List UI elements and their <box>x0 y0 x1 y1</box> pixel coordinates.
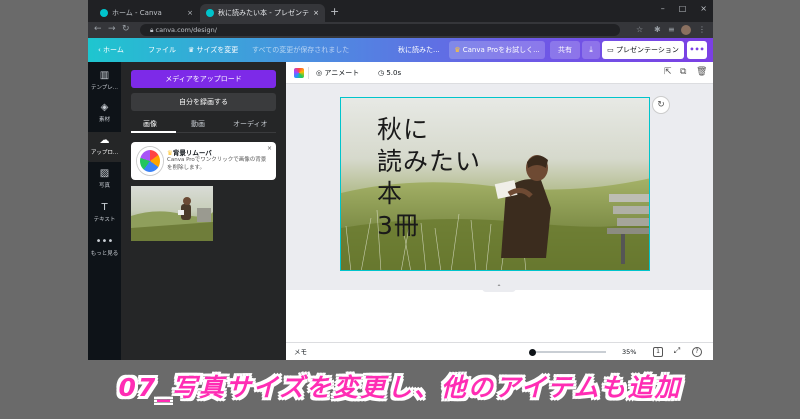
try-pro-button[interactable]: ♛ Canva Proをお試しく... <box>449 41 545 59</box>
rail-item-uploads[interactable]: ☁ アップロ... <box>88 132 121 162</box>
bookmark-star-icon[interactable]: ☆ <box>636 25 643 34</box>
url-text: canva.com/design/ <box>155 26 217 34</box>
profile-avatar[interactable] <box>681 25 691 35</box>
browser-menu-icon[interactable]: ⋮ <box>698 25 706 34</box>
design-title[interactable]: 秋に読みた... <box>398 38 440 62</box>
trash-icon[interactable]: 🗑︎ <box>696 67 707 77</box>
window-controls: – □ × <box>661 4 707 13</box>
photo-icon: ▨ <box>99 168 110 179</box>
tab-videos[interactable]: 動画 <box>191 119 205 129</box>
tab-audio[interactable]: オーディオ <box>233 119 268 129</box>
present-icon: ▭ <box>607 46 616 54</box>
tab-home[interactable]: ホーム - Canva × <box>94 4 199 22</box>
promo-description: Canva Proでワンクリックで画像の背景を削除します。 <box>167 157 267 171</box>
editor-toolbar: ◎ アニメート ◷ 5.0s ⇱ ⧉ 🗑︎ <box>286 62 713 84</box>
animate-button[interactable]: ◎ アニメート <box>316 62 359 84</box>
back-icon[interactable]: ← <box>94 24 102 34</box>
canva-favicon-icon <box>100 9 108 17</box>
template-icon: ▥ <box>99 70 110 81</box>
color-picker-icon[interactable] <box>294 68 304 78</box>
page-count-icon[interactable]: 1 <box>653 347 663 357</box>
tab-label: ホーム - Canva <box>112 9 162 17</box>
zoom-level[interactable]: 35% <box>622 343 636 360</box>
title-line: 読みたい <box>377 147 482 176</box>
url-field[interactable]: 🔒︎ canva.com/design/ <box>140 24 620 36</box>
help-icon[interactable]: ? <box>692 347 702 357</box>
menu-lines-icon[interactable]: ≡ <box>668 25 675 34</box>
background-remover-promo[interactable]: ♛背景リムーバ Canva Proでワンクリックで画像の背景を削除します。 × <box>131 142 276 180</box>
maximize-icon[interactable]: □ <box>679 4 687 13</box>
zoom-slider-handle[interactable] <box>529 348 536 356</box>
zoom-slider-track[interactable] <box>531 351 606 353</box>
more-options-button[interactable]: ••• <box>687 41 707 59</box>
record-yourself-button[interactable]: 自分を録画する <box>131 93 276 111</box>
file-menu[interactable]: ファイル <box>148 38 176 62</box>
crown-icon: ♛ <box>188 46 197 54</box>
download-icon[interactable]: ⤓ <box>582 41 600 59</box>
upload-media-button[interactable]: メディアをアップロード <box>131 70 276 88</box>
fullscreen-icon[interactable]: ⤢ <box>672 347 682 357</box>
text-icon: T <box>101 202 108 213</box>
share-out-icon[interactable]: ⇱ <box>664 67 672 77</box>
toolbar-divider <box>308 67 309 79</box>
step-caption: 07_写真サイズを変更し、他のアイテムも追加 <box>118 373 682 402</box>
active-tab-indicator <box>131 131 176 133</box>
tab-close-icon[interactable]: × <box>313 9 319 17</box>
share-button[interactable]: 共有 <box>550 41 580 59</box>
resize-button[interactable]: ♛ サイズを変更 <box>188 38 238 62</box>
new-tab-button[interactable]: + <box>330 5 339 18</box>
crown-icon: ♛ <box>454 46 463 54</box>
more-dots-icon: ••• <box>95 236 114 247</box>
title-line: 3冊 <box>377 211 420 240</box>
upload-cloud-icon: ☁ <box>99 135 110 146</box>
title-line: 本 <box>377 179 404 208</box>
notes-button[interactable]: メモ <box>294 343 307 360</box>
object-rail: ▥ テンプレ... ◈ 素材 ☁ アップロ... ▨ 写真 T テキスト •••… <box>88 62 121 360</box>
canva-favicon-icon <box>206 9 214 17</box>
rail-item-text[interactable]: T テキスト <box>88 202 121 228</box>
reload-icon[interactable]: ↻ <box>122 24 130 34</box>
minimize-icon[interactable]: – <box>661 4 665 13</box>
save-status: すべての変更が保存されました <box>252 46 350 54</box>
next-slide-area[interactable] <box>286 290 713 342</box>
editor-footer: メモ 35% 1 ⤢ ? <box>286 342 713 360</box>
browser-window: ホーム - Canva × 秋に読みたい本 - プレゼンテーション × + – … <box>88 0 713 360</box>
close-window-icon[interactable]: × <box>700 4 707 13</box>
slide-canvas[interactable]: 秋に 読みたい 本 3冊 <box>340 97 650 271</box>
rail-item-photos[interactable]: ▨ 写真 <box>88 168 121 194</box>
elements-icon: ◈ <box>100 102 109 113</box>
duration-button[interactable]: ◷ 5.0s <box>378 62 401 84</box>
extensions-icon[interactable]: ✱ <box>654 25 661 34</box>
close-icon[interactable]: × <box>267 145 272 152</box>
forward-icon[interactable]: → <box>108 24 116 34</box>
editor-header: ‹ ホーム ファイル ♛ サイズを変更 すべての変更が保存されました 秋に読みた… <box>88 38 713 62</box>
pro-badge-icon <box>137 147 163 175</box>
title-line: 秋に <box>377 115 430 144</box>
rail-item-elements[interactable]: ◈ 素材 <box>88 102 121 128</box>
tab-images[interactable]: 画像 <box>143 119 157 129</box>
tab-close-icon[interactable]: × <box>187 9 193 17</box>
canvas-workspace: ◎ アニメート ◷ 5.0s ⇱ ⧉ 🗑︎ 秋に 読みたい 本 3冊 ↻ ⌃ メ… <box>286 62 713 360</box>
refresh-design-icon[interactable]: ↻ <box>652 96 670 114</box>
uploads-panel: メディアをアップロード 自分を録画する 画像 動画 オーディオ ♛背景リムーバ … <box>121 62 286 360</box>
rail-item-templates[interactable]: ▥ テンプレ... <box>88 70 121 98</box>
tab-bar: ホーム - Canva × 秋に読みたい本 - プレゼンテーション × + – … <box>88 0 713 22</box>
duplicate-icon[interactable]: ⧉ <box>680 67 686 77</box>
expand-pages-handle[interactable]: ⌃ <box>482 284 516 292</box>
tab-label: 秋に読みたい本 - プレゼンテーション <box>218 9 309 17</box>
address-bar: ← → ↻ 🔒︎ canva.com/design/ ☆ ✱ ≡ ⋮ <box>88 22 713 38</box>
rail-item-more[interactable]: ••• もっと見る <box>88 236 121 262</box>
home-link[interactable]: ‹ ホーム <box>98 38 124 62</box>
uploaded-image-thumbnail[interactable] <box>131 186 213 241</box>
slide-title-text[interactable]: 秋に 読みたい 本 3冊 <box>377 114 481 242</box>
tab-design[interactable]: 秋に読みたい本 - プレゼンテーション × <box>200 4 325 22</box>
present-button[interactable]: ▭ プレゼンテーション <box>602 41 684 59</box>
